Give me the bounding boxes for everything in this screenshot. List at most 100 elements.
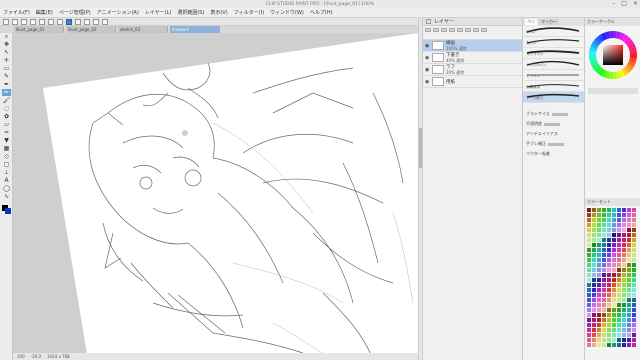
- decoration-tool-icon[interactable]: ✿: [2, 113, 11, 120]
- palette-swatch[interactable]: [617, 328, 621, 332]
- palette-swatch[interactable]: [627, 233, 631, 237]
- palette-swatch[interactable]: [592, 313, 596, 317]
- close-icon[interactable]: ×: [633, 0, 638, 7]
- snap-icon[interactable]: [66, 18, 72, 25]
- palette-swatch[interactable]: [602, 248, 606, 252]
- menu-filter[interactable]: フィルター(I): [234, 9, 264, 16]
- flip-icon[interactable]: [93, 18, 99, 25]
- palette-swatch[interactable]: [592, 263, 596, 267]
- line-correction-icon[interactable]: ∿: [2, 193, 11, 200]
- menu-animation[interactable]: アニメーション(A): [97, 9, 139, 16]
- palette-swatch[interactable]: [627, 253, 631, 257]
- palette-swatch[interactable]: [602, 323, 606, 327]
- palette-swatch[interactable]: [612, 238, 616, 242]
- operation-tool-icon[interactable]: ↖: [2, 49, 11, 56]
- palette-swatch[interactable]: [617, 288, 621, 292]
- palette-swatch[interactable]: [627, 288, 631, 292]
- palette-swatch[interactable]: [632, 318, 636, 322]
- brush-item-kabura[interactable]: カブラペン: [523, 48, 584, 59]
- palette-swatch[interactable]: [602, 243, 606, 247]
- palette-swatch[interactable]: [612, 243, 616, 247]
- palette-swatch[interactable]: [627, 223, 631, 227]
- palette-swatch[interactable]: [627, 333, 631, 337]
- palette-swatch[interactable]: [597, 208, 601, 212]
- rotate-icon[interactable]: [102, 18, 108, 25]
- palette-swatch[interactable]: [597, 228, 601, 232]
- undo-icon[interactable]: [30, 18, 36, 25]
- layer-row[interactable]: ◉ 線画 100% 通常: [423, 40, 522, 52]
- palette-swatch[interactable]: [612, 338, 616, 342]
- palette-swatch[interactable]: [632, 213, 636, 217]
- ruler-icon[interactable]: [75, 18, 81, 25]
- palette-swatch[interactable]: [592, 218, 596, 222]
- layer-property-icon[interactable]: [426, 19, 431, 24]
- palette-swatch[interactable]: [627, 213, 631, 217]
- palette-swatch[interactable]: [617, 253, 621, 257]
- palette-swatch[interactable]: [602, 333, 606, 337]
- palette-swatch[interactable]: [632, 223, 636, 227]
- move-tool-icon[interactable]: ✥: [2, 41, 11, 48]
- palette-swatch[interactable]: [592, 303, 596, 307]
- menu-edit[interactable]: 編集(E): [36, 9, 53, 16]
- palette-swatch[interactable]: [617, 313, 621, 317]
- doc-tab-3[interactable]: sketch_03: [118, 26, 168, 33]
- palette-swatch[interactable]: [587, 243, 591, 247]
- palette-swatch[interactable]: [592, 228, 596, 232]
- palette-swatch[interactable]: [622, 233, 626, 237]
- new-folder-icon[interactable]: [433, 28, 439, 32]
- palette-swatch[interactable]: [612, 248, 616, 252]
- color-palette[interactable]: [587, 208, 639, 358]
- palette-swatch[interactable]: [622, 288, 626, 292]
- palette-swatch[interactable]: [607, 238, 611, 242]
- brush-item-gpen[interactable]: Gペン: [523, 26, 584, 37]
- palette-swatch[interactable]: [622, 208, 626, 212]
- palette-swatch[interactable]: [607, 248, 611, 252]
- palette-swatch[interactable]: [587, 323, 591, 327]
- palette-swatch[interactable]: [587, 258, 591, 262]
- palette-swatch[interactable]: [607, 208, 611, 212]
- menu-file[interactable]: ファイル(F): [3, 9, 30, 16]
- brush-item-real-gpen[interactable]: リアルGペン: [523, 59, 584, 70]
- brush-item-milli[interactable]: ミリペン: [523, 70, 584, 81]
- palette-swatch[interactable]: [587, 333, 591, 337]
- palette-swatch[interactable]: [622, 243, 626, 247]
- vector-snap-row[interactable]: ベクター吸着: [523, 149, 584, 159]
- palette-swatch[interactable]: [597, 333, 601, 337]
- stabilization-slider[interactable]: [548, 142, 564, 146]
- palette-swatch[interactable]: [617, 303, 621, 307]
- palette-swatch[interactable]: [587, 263, 591, 267]
- palette-swatch[interactable]: [617, 228, 621, 232]
- layer-row[interactable]: ◉ 下書き 40% 通常: [423, 52, 522, 64]
- palette-swatch[interactable]: [597, 308, 601, 312]
- palette-swatch[interactable]: [597, 223, 601, 227]
- palette-swatch[interactable]: [617, 283, 621, 287]
- palette-swatch[interactable]: [592, 278, 596, 282]
- palette-swatch[interactable]: [632, 218, 636, 222]
- open-file-icon[interactable]: [12, 18, 18, 25]
- palette-swatch[interactable]: [602, 338, 606, 342]
- palette-swatch[interactable]: [602, 233, 606, 237]
- palette-swatch[interactable]: [592, 213, 596, 217]
- zoom-tool-icon[interactable]: ⌕: [2, 33, 11, 40]
- blend-tool-icon[interactable]: ≈: [2, 129, 11, 136]
- palette-swatch[interactable]: [592, 223, 596, 227]
- palette-swatch[interactable]: [597, 288, 601, 292]
- palette-swatch[interactable]: [622, 343, 626, 347]
- palette-swatch[interactable]: [607, 303, 611, 307]
- frame-tool-icon[interactable]: ▢: [2, 161, 11, 168]
- layer-row[interactable]: ◉ 用紙: [423, 76, 522, 88]
- palette-swatch[interactable]: [592, 328, 596, 332]
- eraser-tool-icon[interactable]: ▱: [2, 121, 11, 128]
- palette-swatch[interactable]: [597, 263, 601, 267]
- delete-layer-icon[interactable]: [465, 28, 471, 32]
- palette-swatch[interactable]: [607, 263, 611, 267]
- palette-swatch[interactable]: [617, 233, 621, 237]
- palette-swatch[interactable]: [632, 298, 636, 302]
- palette-swatch[interactable]: [632, 278, 636, 282]
- palette-swatch[interactable]: [632, 328, 636, 332]
- palette-swatch[interactable]: [597, 283, 601, 287]
- palette-swatch[interactable]: [612, 313, 616, 317]
- palette-swatch[interactable]: [617, 278, 621, 282]
- palette-swatch[interactable]: [607, 338, 611, 342]
- palette-swatch[interactable]: [612, 343, 616, 347]
